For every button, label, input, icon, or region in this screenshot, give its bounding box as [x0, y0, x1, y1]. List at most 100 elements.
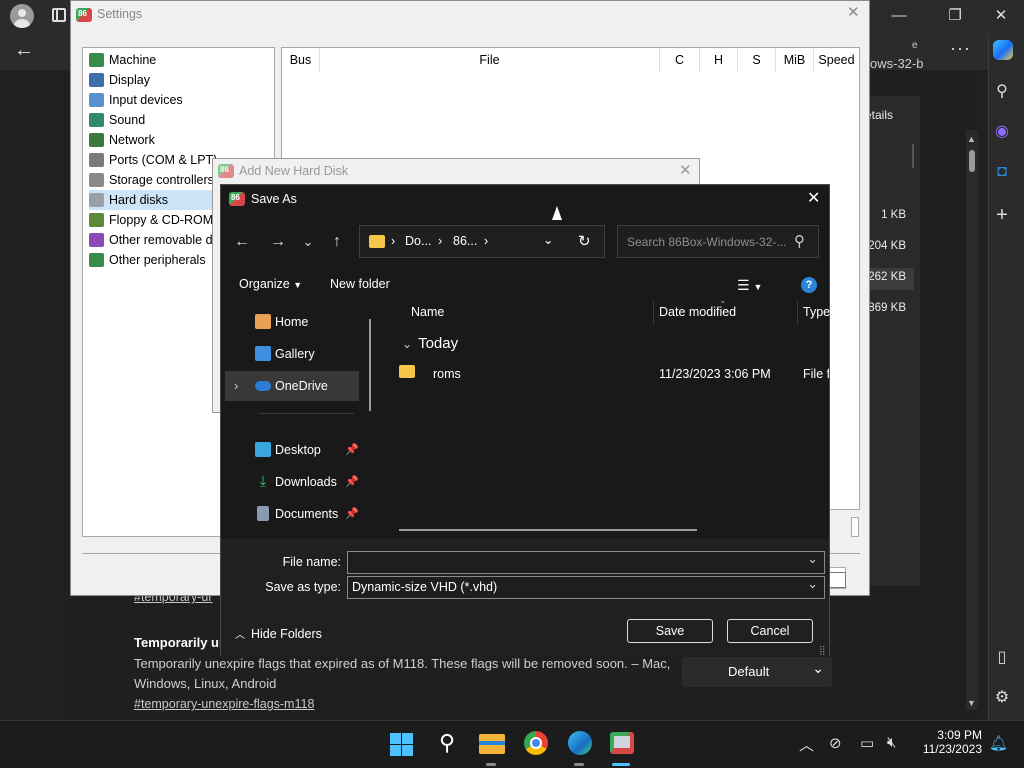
back-icon[interactable]: ←: [231, 231, 253, 253]
chevron-up-tray-icon[interactable]: ︿: [799, 734, 814, 755]
expand-chevron-icon[interactable]: ›: [234, 371, 238, 401]
column-h[interactable]: H: [700, 48, 738, 72]
scroll-up-icon[interactable]: ▲: [967, 134, 976, 144]
settings-close-icon[interactable]: ✕: [847, 3, 860, 21]
save-type-select[interactable]: Dynamic-size VHD (*.vhd): [347, 573, 825, 599]
network-tray-icon[interactable]: ⊘: [829, 734, 842, 752]
column-mib[interactable]: MiB: [776, 48, 814, 72]
minimize-icon[interactable]: —: [876, 0, 922, 32]
restore-icon[interactable]: ❐: [932, 0, 978, 32]
file-row-date: 11/23/2023 3:06 PM: [659, 367, 771, 381]
flag-state-select[interactable]: Default: [682, 653, 832, 687]
help-icon[interactable]: ?: [801, 277, 817, 293]
column-type[interactable]: Type: [803, 305, 830, 319]
page-scrollbar[interactable]: [966, 130, 978, 710]
chrome-icon[interactable]: [521, 728, 551, 758]
file-row-name[interactable]: roms: [433, 367, 461, 381]
taskbar-clock[interactable]: 3:09 PM 11/23/2023: [920, 728, 982, 756]
category-removable[interactable]: Other removable de: [89, 230, 219, 250]
breadcrumb-segment[interactable]: Do...: [405, 234, 431, 248]
tab-actions-icon[interactable]: [52, 8, 66, 22]
dialog-close-icon[interactable]: ✕: [807, 188, 820, 208]
column-name[interactable]: Name: [411, 305, 444, 319]
nav-gallery[interactable]: Gallery: [225, 339, 359, 369]
collapse-chevron-icon[interactable]: ⌄: [402, 337, 412, 351]
group-header-today[interactable]: ⌄ Today: [402, 335, 458, 352]
pin-icon[interactable]: 📌: [345, 435, 359, 465]
column-date-modified[interactable]: Date modified: [659, 305, 736, 319]
view-options-icon[interactable]: ☰ ▼: [737, 277, 762, 294]
nav-pane-scrollbar[interactable]: [369, 319, 371, 411]
documents-icon: [257, 506, 269, 521]
file-explorer-icon[interactable]: [477, 728, 507, 758]
new-folder-button[interactable]: New folder: [330, 277, 390, 291]
taskbar-indicator: [574, 763, 584, 766]
pin-icon[interactable]: 📌: [345, 499, 359, 529]
organize-button[interactable]: Organize ▼: [239, 277, 302, 291]
close-browser-icon[interactable]: ✕: [978, 0, 1024, 32]
category-network[interactable]: Network: [89, 130, 155, 150]
category-floppy[interactable]: Floppy & CD-ROM d: [89, 210, 224, 230]
category-storage[interactable]: Storage controllers: [89, 170, 214, 190]
start-icon[interactable]: [390, 733, 414, 757]
copilot-icon[interactable]: [993, 40, 1013, 60]
desktop-icon: [255, 442, 271, 457]
display-tray-icon[interactable]: ▭: [860, 734, 874, 752]
nav-onedrive[interactable]: › OneDrive: [225, 371, 359, 401]
cancel-button[interactable]: Cancel: [727, 619, 813, 643]
category-machine[interactable]: Machine: [89, 50, 156, 70]
save-button[interactable]: Save: [627, 619, 713, 643]
address-dropdown-icon[interactable]: ⌄: [543, 232, 553, 247]
file-list-hscrollbar[interactable]: [399, 529, 697, 531]
category-peripherals[interactable]: Other peripherals: [89, 250, 206, 270]
add-hard-disk-close-icon[interactable]: ✕: [679, 161, 692, 179]
refresh-icon[interactable]: ↻: [578, 232, 591, 250]
pin-icon[interactable]: 📌: [345, 467, 359, 497]
forward-icon[interactable]: →: [267, 231, 289, 253]
column-c[interactable]: C: [660, 48, 700, 72]
column-file[interactable]: File: [320, 48, 660, 72]
search-box[interactable]: Search 86Box-Windows-32-... ⚲: [617, 225, 819, 258]
volume-tray-icon[interactable]: 🔇︎: [887, 734, 896, 751]
file-name-field[interactable]: [352, 555, 792, 569]
more-menu-icon[interactable]: ···: [950, 38, 971, 59]
category-sound[interactable]: Sound: [89, 110, 145, 130]
add-sidebar-icon[interactable]: +: [990, 203, 1014, 227]
nav-desktop[interactable]: Desktop 📌: [225, 435, 359, 465]
resize-grip-icon[interactable]: ⣿: [819, 645, 826, 656]
column-s[interactable]: S: [738, 48, 776, 72]
scroll-down-icon[interactable]: ▼: [967, 698, 976, 708]
search-taskbar-icon[interactable]: ⚲: [432, 728, 462, 758]
flag-link[interactable]: #temporary-unexpire-flags-m118: [134, 697, 314, 711]
category-ports[interactable]: Ports (COM & LPT): [89, 150, 217, 170]
nav-downloads[interactable]: ⤓ Downloads 📌: [225, 467, 359, 497]
back-arrow-icon[interactable]: ←: [14, 38, 42, 64]
column-speed[interactable]: Speed: [814, 48, 859, 72]
up-icon[interactable]: ↑: [326, 231, 348, 253]
breadcrumb-segment[interactable]: 86...: [453, 234, 477, 248]
file-name-input[interactable]: [347, 548, 825, 574]
games-icon[interactable]: ◉: [990, 120, 1014, 144]
nav-documents[interactable]: Documents 📌: [225, 499, 359, 529]
category-input-devices[interactable]: Input devices: [89, 90, 183, 110]
search-sidebar-icon[interactable]: ⚲: [990, 80, 1014, 104]
recent-locations-icon[interactable]: ⌄: [297, 231, 319, 253]
address-bar[interactable]: › Do... › 86... › ⌄ ↻: [359, 225, 605, 258]
scrollbar-thumb[interactable]: [969, 150, 975, 172]
edge-icon[interactable]: [565, 728, 595, 758]
details-view-icon[interactable]: [828, 572, 846, 588]
split-view-icon[interactable]: ▯: [990, 646, 1014, 670]
sidebar-settings-icon[interactable]: ⚙: [990, 686, 1014, 710]
chevron-right-icon[interactable]: ›: [484, 234, 488, 248]
hide-folders-button[interactable]: ︿ Hide Folders: [235, 626, 322, 641]
category-display[interactable]: Display: [89, 70, 150, 90]
nav-separator: [259, 413, 354, 414]
86box-taskbar-icon[interactable]: [607, 728, 637, 758]
column-bus[interactable]: Bus: [282, 48, 320, 72]
outlook-icon[interactable]: ◘: [990, 160, 1014, 184]
nav-home[interactable]: Home: [225, 307, 359, 337]
profile-avatar[interactable]: [10, 4, 34, 28]
url-fragment[interactable]: ows-32-b: [870, 56, 923, 71]
hard-disk-icon: [89, 193, 104, 207]
notification-bell-icon[interactable]: 🔔︎: [989, 734, 1008, 752]
